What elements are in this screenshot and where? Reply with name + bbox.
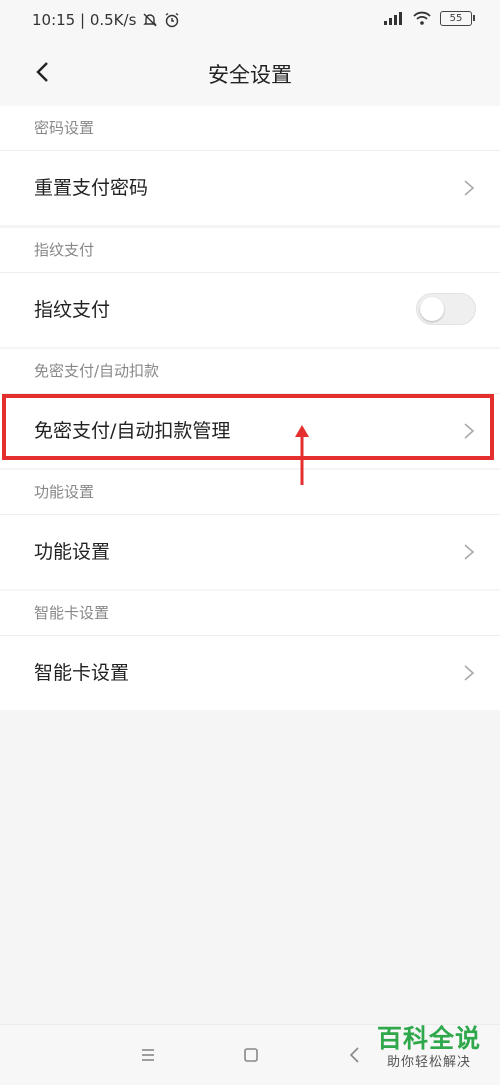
row-label: 指纹支付	[34, 299, 111, 321]
password-free-management-row[interactable]: 免密支付/自动扣款管理	[0, 394, 500, 468]
signal-icon	[384, 12, 402, 25]
row-label: 重置支付密码	[34, 177, 149, 199]
mute-bell-icon	[143, 13, 158, 27]
reset-payment-password-row[interactable]: 重置支付密码	[0, 151, 500, 225]
wifi-icon	[413, 11, 431, 25]
watermark-main-text: 百科全说	[376, 1024, 481, 1053]
section-title: 密码设置	[0, 106, 500, 151]
chevron-right-icon	[464, 423, 475, 439]
annotation-arrow-icon	[295, 425, 309, 485]
battery-icon: 55	[440, 10, 475, 26]
page-title: 安全设置	[208, 63, 292, 87]
row-label: 免密支付/自动扣款管理	[34, 420, 231, 442]
toggle-knob	[420, 297, 444, 321]
chevron-right-icon	[464, 180, 475, 196]
alarm-icon	[165, 12, 179, 28]
status-time: 10:15 | 0.5K/s	[32, 11, 137, 29]
menu-icon[interactable]	[136, 1043, 160, 1067]
section-title: 智能卡设置	[0, 591, 500, 636]
section-password-free: 免密支付/自动扣款 免密支付/自动扣款管理	[0, 349, 500, 468]
fingerprint-payment-row: 指纹支付	[0, 273, 500, 347]
home-square-icon[interactable]	[239, 1043, 263, 1067]
section-function: 功能设置 功能设置	[0, 470, 500, 589]
section-fingerprint: 指纹支付 指纹支付	[0, 228, 500, 347]
chevron-right-icon	[464, 544, 475, 560]
section-smart-card: 智能卡设置 智能卡设置	[0, 591, 500, 710]
section-title: 功能设置	[0, 470, 500, 515]
row-label: 智能卡设置	[34, 662, 130, 684]
row-label: 功能设置	[34, 541, 111, 563]
back-nav-icon[interactable]	[343, 1043, 367, 1067]
section-password: 密码设置 重置支付密码	[0, 106, 500, 225]
watermark-logo: 百科全说 助你轻松解决	[370, 1024, 488, 1082]
section-title: 免密支付/自动扣款	[0, 349, 500, 394]
section-title: 指纹支付	[0, 228, 500, 273]
status-bar: 10:15 | 0.5K/s 55	[0, 0, 500, 42]
status-left: 10:15 | 0.5K/s	[32, 11, 180, 29]
chevron-right-icon	[464, 665, 475, 681]
status-right: 55	[382, 10, 475, 26]
app-header: 安全设置	[0, 42, 500, 106]
function-settings-row[interactable]: 功能设置	[0, 515, 500, 589]
smart-card-settings-row[interactable]: 智能卡设置	[0, 636, 500, 710]
watermark-sub-text: 助你轻松解决	[386, 1055, 471, 1070]
fingerprint-toggle[interactable]	[416, 293, 476, 325]
